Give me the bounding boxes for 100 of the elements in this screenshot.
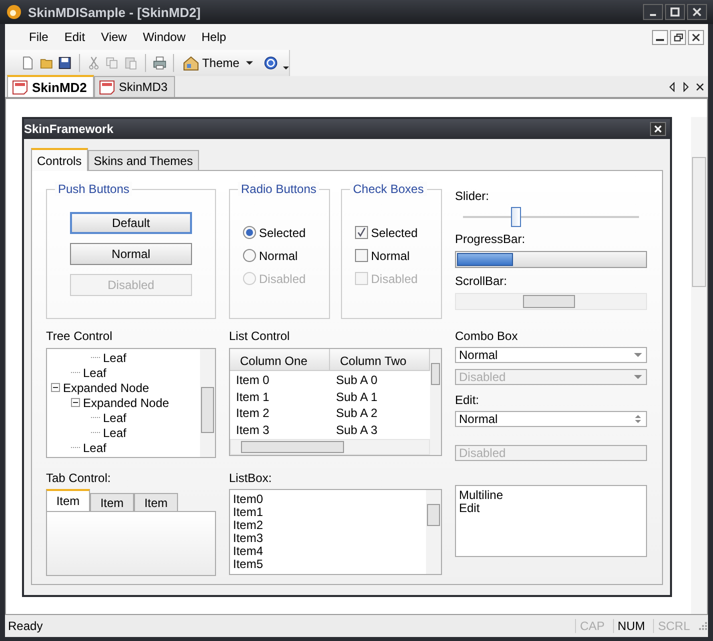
menu-item[interactable]: Edit: [56, 30, 94, 44]
help-icon[interactable]: [264, 55, 278, 71]
group-title: Radio Buttons: [238, 182, 320, 196]
caret-icon: [246, 61, 254, 65]
maximize-button[interactable]: [665, 4, 685, 20]
tree-item[interactable]: Leaf: [103, 410, 126, 424]
list-item[interactable]: Item5: [233, 558, 423, 571]
menu-item[interactable]: File: [21, 30, 56, 44]
tab[interactable]: Skins and Themes: [88, 150, 199, 170]
minimize-button[interactable]: [643, 4, 663, 20]
new-file-icon[interactable]: [21, 55, 35, 71]
document-icon: [98, 79, 115, 95]
minimize-icon: [649, 14, 657, 16]
scroll-left-icon[interactable]: [668, 82, 676, 92]
tree-item[interactable]: Leaf: [83, 366, 106, 380]
horizontal-scrollbar[interactable]: [230, 439, 430, 455]
table-cell-text: Item 0: [235, 372, 270, 388]
list-item[interactable]: Item0: [233, 493, 423, 506]
app-logo-icon: [6, 4, 22, 20]
column-header[interactable]: Column One: [230, 349, 330, 370]
tab[interactable]: Item: [134, 493, 178, 511]
spin-arrows-icon: [634, 413, 642, 425]
dropdown-arrow-icon: [634, 353, 642, 357]
radio-button[interactable]: [243, 226, 256, 239]
tree-item[interactable]: Leaf: [103, 426, 126, 440]
tab[interactable]: Item: [90, 493, 134, 511]
dropdown-caret-icon[interactable]: [283, 66, 290, 70]
mdi-close-button[interactable]: [688, 30, 704, 44]
status-indicator: CAP: [574, 619, 609, 633]
slider-thumb[interactable]: [510, 207, 521, 227]
scrollbar-label: ScrollBar:: [455, 274, 508, 289]
list-item[interactable]: Item4: [233, 545, 423, 558]
tab[interactable]: Item: [46, 489, 90, 511]
slider-label: Slider:: [455, 189, 490, 204]
list-item[interactable]: Item3: [233, 532, 423, 545]
vertical-scrollbar[interactable]: [200, 349, 215, 457]
collapse-icon[interactable]: [71, 398, 80, 407]
menu-item[interactable]: Window: [134, 30, 194, 44]
table-cell-text: Sub A 0: [335, 372, 378, 388]
list-control-label: List Control: [229, 329, 291, 344]
list-item[interactable]: Item2: [233, 519, 423, 532]
status-indicator: NUM: [612, 619, 649, 633]
document-icon: [12, 79, 28, 95]
minimize-icon: [656, 38, 664, 40]
tab[interactable]: Controls: [31, 148, 88, 171]
group-title: Check Boxes: [350, 182, 427, 196]
horizontal-scrollbar[interactable]: [455, 293, 647, 310]
list-item[interactable]: Item1: [233, 506, 423, 519]
vertical-scrollbar[interactable]: [691, 117, 707, 614]
table-cell-text: Sub A 2: [335, 405, 378, 420]
table-cell-text: Sub A 3: [335, 422, 378, 437]
vertical-scrollbar[interactable]: [430, 349, 441, 455]
printer-icon[interactable]: [152, 55, 166, 71]
radio-label: Disabled: [259, 272, 306, 286]
table-cell-text: Sub A 1: [335, 388, 378, 404]
tree-item[interactable]: Expanded Node: [63, 380, 150, 394]
close-icon: [652, 124, 664, 134]
close-icon: [690, 32, 702, 42]
dialog-title: SkinFramework: [24, 122, 114, 136]
document-tab[interactable]: SkinMD3: [94, 76, 175, 97]
push-button[interactable]: Normal: [70, 243, 192, 265]
group-title: Push Buttons: [55, 182, 132, 196]
combo-box[interactable]: Normal: [455, 347, 647, 363]
dialog-close-button[interactable]: [650, 122, 666, 136]
window-title: SkinMDISample - [SkinMD2]: [28, 4, 202, 20]
status-text: Ready: [8, 619, 44, 633]
checkbox[interactable]: [355, 226, 368, 239]
cut-icon[interactable]: [86, 55, 100, 71]
listbox-label: ListBox:: [229, 471, 273, 485]
tree-item[interactable]: Expanded Node: [83, 396, 170, 410]
radio-label: Selected: [259, 226, 306, 240]
tree-label: Tree Control: [46, 329, 114, 344]
collapse-icon[interactable]: [51, 383, 60, 392]
radio-button[interactable]: [243, 249, 256, 262]
document-tab[interactable]: SkinMD2: [7, 75, 94, 97]
mdi-restore-button[interactable]: [670, 30, 686, 44]
push-button[interactable]: Default: [70, 212, 192, 234]
edit-label: Edit:: [455, 393, 480, 407]
save-icon[interactable]: [58, 55, 72, 71]
checkbox-label: Normal: [371, 248, 410, 262]
combo-label: Combo Box: [455, 329, 519, 343]
multiline-field[interactable]: Multiline Edit: [455, 485, 647, 557]
tree-item[interactable]: Leaf: [83, 440, 106, 454]
vertical-scrollbar[interactable]: [426, 490, 441, 574]
spin-field[interactable]: Normal: [455, 411, 647, 427]
resize-grip-icon[interactable]: [698, 621, 708, 631]
house-icon: [183, 55, 200, 71]
close-button[interactable]: [687, 4, 707, 20]
checkbox[interactable]: [355, 249, 368, 262]
close-icon[interactable]: [696, 82, 704, 92]
checkbox-label: Disabled: [371, 272, 418, 286]
mdi-minimize-button[interactable]: [652, 30, 668, 44]
table-cell-text: Item 3: [235, 422, 270, 437]
menu-item[interactable]: Help: [194, 30, 234, 44]
menu-item[interactable]: View: [93, 30, 135, 44]
table-cell-text: Item 1: [235, 388, 270, 404]
progress-label: ProgressBar:: [455, 232, 526, 247]
tree-item[interactable]: Leaf: [103, 350, 126, 364]
theme-button[interactable]: Theme: [181, 55, 256, 71]
scroll-right-icon[interactable]: [682, 82, 690, 92]
